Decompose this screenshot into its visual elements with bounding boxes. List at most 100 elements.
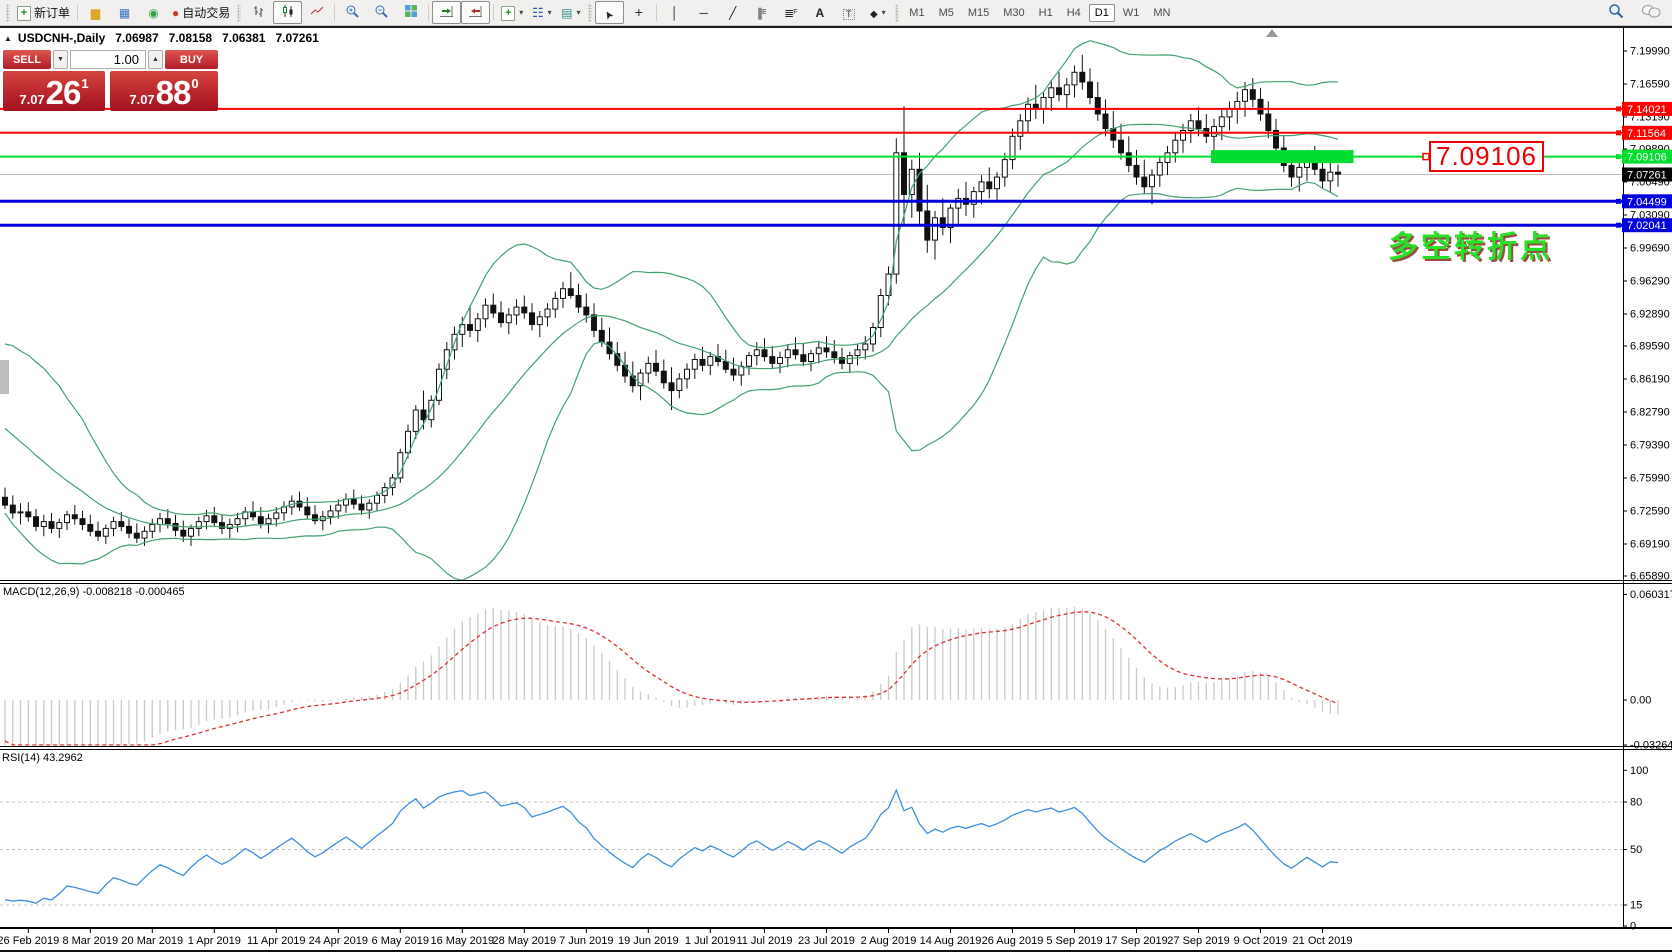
svg-text:6.72590: 6.72590: [1630, 506, 1670, 518]
horizontal-line-button[interactable]: ─: [689, 1, 718, 24]
svg-text:19 Jun 2019: 19 Jun 2019: [618, 935, 679, 947]
crosshair-button[interactable]: +: [624, 1, 653, 24]
zoom-in-button[interactable]: [338, 1, 367, 24]
svg-text:100: 100: [1630, 765, 1648, 777]
rsi-readout: 43.2962: [43, 752, 83, 764]
templates-button[interactable]: ▤▾: [556, 1, 585, 24]
toolbar: +新订单▆▦◉●自动交易+▾☷▾▤▾➤+│─╱∥E≣FAT◆▾M1M5M15M3…: [0, 0, 1672, 26]
sell-price-panel[interactable]: 7.07 26 1: [3, 71, 105, 111]
line-chart-button[interactable]: [302, 1, 331, 24]
svg-text:0: 0: [1630, 921, 1636, 933]
tile-windows-button[interactable]: [396, 1, 425, 24]
timeframe-m15-button[interactable]: M15: [962, 4, 995, 22]
toolbar-drag-handle[interactable]: [588, 4, 592, 22]
svg-text:6.96290: 6.96290: [1630, 276, 1670, 288]
periods-icon: ☷: [532, 6, 544, 20]
buy-price-panel[interactable]: 7.07 88 0: [110, 71, 218, 111]
arrows-button[interactable]: ◆▾: [863, 1, 892, 24]
volume-increase-button[interactable]: ▲: [148, 50, 163, 69]
bar-chart-icon: [252, 4, 266, 21]
line-chart-icon: [310, 4, 324, 21]
collapse-trade-panel-icon[interactable]: ▲: [4, 34, 12, 43]
volume-decrease-button[interactable]: ▼: [53, 50, 68, 69]
timeframe-m5-button[interactable]: M5: [933, 4, 960, 22]
timeframe-d1-button[interactable]: D1: [1089, 4, 1115, 22]
svg-text:7.04499: 7.04499: [1627, 196, 1667, 208]
volume-input[interactable]: 1.00: [70, 50, 146, 69]
text-label-button[interactable]: T: [834, 1, 863, 24]
svg-text:7.16590: 7.16590: [1630, 79, 1670, 91]
auto-trading-icon: ●: [172, 6, 179, 20]
auto-trading-button[interactable]: ●自动交易: [168, 1, 234, 24]
svg-text:0.00: 0.00: [1630, 695, 1651, 707]
indicators-button[interactable]: +▾: [497, 1, 527, 24]
buy-price-main: 7.07: [129, 92, 154, 107]
market-watch-icon: ▆: [91, 6, 100, 20]
chat-button[interactable]: [1636, 1, 1665, 24]
svg-text:8 Mar 2019: 8 Mar 2019: [62, 935, 118, 947]
toolbar-separator: [493, 4, 494, 21]
trendline-button[interactable]: ╱: [718, 1, 747, 24]
dropdown-caret-icon: ▾: [519, 8, 523, 17]
toolbar-separator: [428, 4, 429, 21]
svg-text:6.79390: 6.79390: [1630, 440, 1670, 452]
sell-price-sup: 1: [81, 76, 88, 91]
timeframe-h1-button[interactable]: H1: [1033, 4, 1059, 22]
svg-text:27 Sep 2019: 27 Sep 2019: [1167, 935, 1229, 947]
text-icon: A: [815, 6, 824, 20]
candlestick-chart-button[interactable]: [273, 1, 302, 24]
signals-button[interactable]: ◉: [139, 1, 168, 24]
templates-icon: ▤: [561, 6, 572, 20]
svg-text:26 Aug 2019: 26 Aug 2019: [982, 935, 1044, 947]
fibo-icon: ≣F: [784, 6, 797, 20]
dropdown-caret-icon: ▾: [576, 8, 580, 17]
buy-button[interactable]: BUY: [165, 50, 218, 69]
chart-shift-button[interactable]: [461, 1, 490, 24]
cursor-button[interactable]: ➤: [595, 1, 624, 24]
price-level-callout[interactable]: 7.09106: [1429, 141, 1544, 172]
zoom-out-button[interactable]: [367, 1, 396, 24]
svg-text:7.07261: 7.07261: [1627, 170, 1667, 182]
svg-text:26 Feb 2019: 26 Feb 2019: [0, 935, 59, 947]
timeframe-m30-button[interactable]: M30: [997, 4, 1030, 22]
equidistant-channel-button[interactable]: ∥E: [747, 1, 776, 24]
sell-price-big: 26: [46, 78, 81, 107]
timeframe-h4-button[interactable]: H4: [1061, 4, 1087, 22]
svg-text:50: 50: [1630, 844, 1642, 856]
new-order-button[interactable]: +新订单: [13, 1, 74, 24]
bar-chart-button[interactable]: [244, 1, 273, 24]
chat-icon: [1641, 4, 1661, 22]
toolbar-drag-handle[interactable]: [6, 4, 10, 22]
buy-price-big: 88: [156, 78, 191, 107]
timeframe-w1-button[interactable]: W1: [1117, 4, 1146, 22]
cursor-icon: ➤: [605, 6, 614, 20]
vertical-line-button[interactable]: │: [660, 1, 689, 24]
search-button[interactable]: [1601, 1, 1630, 24]
data-window-button[interactable]: ▦: [110, 1, 139, 24]
svg-text:6.69190: 6.69190: [1630, 539, 1670, 551]
text-button[interactable]: A: [805, 1, 834, 24]
arrows-icon: ◆: [870, 6, 878, 20]
macd-name: MACD(12,26,9): [3, 586, 79, 598]
open-value: 7.06987: [115, 31, 158, 45]
svg-text:-0.032648: -0.032648: [1630, 740, 1672, 752]
toolbar-separator: [334, 4, 335, 21]
fibonacci-button[interactable]: ≣F: [776, 1, 805, 24]
auto-scroll-button[interactable]: [432, 1, 461, 24]
timeframe-m1-button[interactable]: M1: [903, 4, 930, 22]
chart-canvas[interactable]: 7.199907.165907.131907.098907.064907.030…: [0, 0, 1672, 952]
macd-readout: -0.008218 -0.000465: [82, 586, 184, 598]
svg-text:6.82790: 6.82790: [1630, 407, 1670, 419]
svg-text:2 Aug 2019: 2 Aug 2019: [861, 935, 917, 947]
toolbar-drag-handle[interactable]: [895, 4, 899, 22]
svg-text:7.11564: 7.11564: [1627, 128, 1666, 140]
market-watch-button[interactable]: ▆: [81, 1, 110, 24]
periods-button[interactable]: ☷▾: [527, 1, 556, 24]
toolbar-drag-handle[interactable]: [237, 4, 241, 22]
crosshair-icon: +: [635, 5, 643, 20]
timeframe-mn-button[interactable]: MN: [1147, 4, 1176, 22]
low-value: 7.06381: [222, 31, 265, 45]
svg-text:6.89590: 6.89590: [1630, 341, 1670, 353]
zoom-in-icon: [345, 4, 360, 22]
sell-button[interactable]: SELL: [3, 50, 51, 69]
